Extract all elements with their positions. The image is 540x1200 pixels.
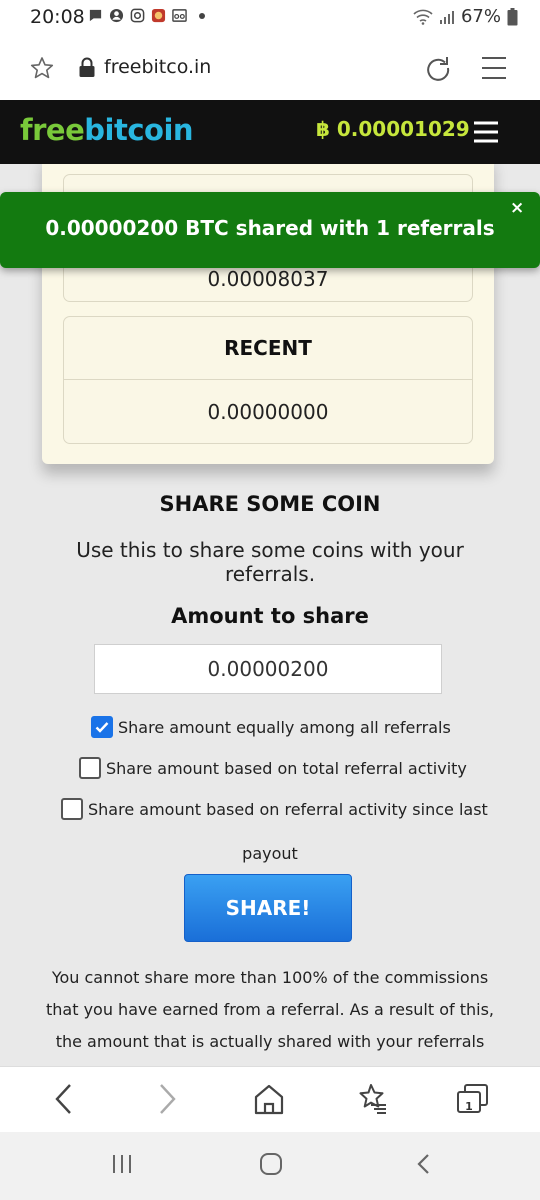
home-nav-icon[interactable] [259,1152,283,1176]
amount-label: Amount to share [171,604,369,628]
checkbox-equal-share[interactable] [91,716,113,738]
back-nav-icon[interactable] [413,1152,433,1176]
status-time: 20:08 [30,6,85,28]
checkbox-since-payout[interactable] [61,798,83,820]
battery-icon [507,7,518,25]
option-total-activity-label: Share amount based on total referral act… [106,758,467,778]
browser-toolbar: 1 [0,1066,540,1132]
option-since-payout-label: Share amount based on referral activity … [88,799,488,819]
wifi-icon [413,9,433,25]
account-icon [109,8,124,23]
browser-menu-icon[interactable] [481,56,507,80]
recent-apps-icon[interactable] [110,1152,134,1176]
checkbox-total-activity[interactable] [79,757,101,779]
instagram-icon [130,8,145,23]
amount-input[interactable] [94,644,442,694]
tabs-button[interactable]: 1 [455,1081,491,1117]
site-logo[interactable]: freebitcoin [20,113,194,147]
bookmarks-icon[interactable] [354,1081,388,1117]
back-icon[interactable] [50,1081,78,1117]
url-text[interactable]: freebitco.in [104,56,211,78]
home-icon[interactable] [253,1081,285,1117]
recent-label: RECENT [64,317,472,380]
recent-value: 0.00000000 [207,399,329,424]
app-icon [151,8,166,23]
toast-message: 0.00000200 BTC shared with 1 referrals [45,216,495,240]
bookmark-star-icon[interactable] [30,56,54,80]
page-content: 0.00008037 RECENT 0.00000000 SHARE SOME … [0,164,540,1066]
share-button[interactable]: SHARE! [184,874,352,942]
option-since-payout-label-cont: payout [242,844,298,863]
chat-icon [89,9,102,22]
stats-box-value: 0.00008037 [207,267,329,291]
recent-box: RECENT 0.00000000 [63,316,473,444]
share-description: Use this to share some coins with your r… [76,538,464,586]
option-total-activity[interactable]: Share amount based on total referral act… [79,757,467,779]
lock-icon [79,57,95,77]
more-notifications-dot [199,12,205,19]
reload-icon[interactable] [424,54,452,82]
status-right: 67% [413,6,518,27]
voicemail-icon [172,9,187,22]
option-since-payout[interactable]: Share amount based on referral activity … [61,798,488,820]
browser-address-bar: freebitco.in [0,36,540,100]
btc-balance: ฿ 0.00001029 [316,117,470,141]
battery-percent: 67% [460,6,501,27]
site-menu-icon[interactable] [472,120,500,144]
success-toast: 0.00000200 BTC shared with 1 referrals × [0,192,540,268]
system-nav-bar [0,1132,540,1200]
site-header: freebitcoin ฿ 0.00001029 [0,100,540,164]
signal-icon [439,10,454,24]
logo-free: free [20,113,85,147]
option-equal-share[interactable]: Share amount equally among all referrals [91,716,451,738]
notification-icons [88,8,205,23]
logo-bitcoin: bitcoin [84,113,194,147]
option-equal-share-label: Share amount equally among all referrals [118,717,451,737]
share-title: SHARE SOME COIN [159,492,381,516]
status-bar: 20:08 67% [0,0,540,36]
check-icon [95,722,109,733]
toast-close-button[interactable]: × [510,198,524,218]
tab-count: 1 [465,1099,473,1113]
forward-icon[interactable] [153,1081,181,1117]
share-notice: You cannot share more than 100% of the c… [45,968,495,1051]
